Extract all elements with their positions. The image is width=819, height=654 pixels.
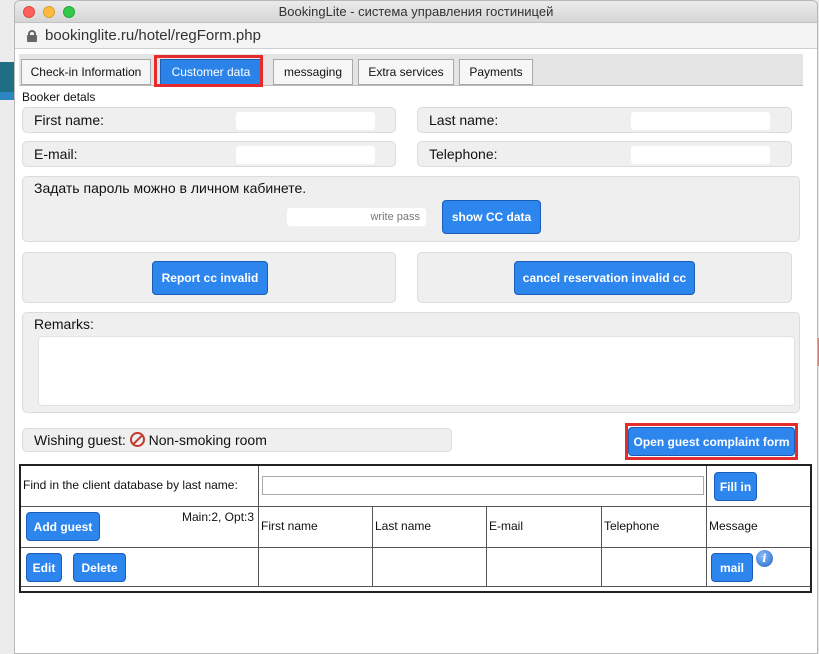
close-window-button[interactable] [23, 6, 35, 18]
telephone-row: Telephone: [417, 141, 792, 167]
booker-section-title: Booker detals [22, 90, 96, 104]
last-name-input[interactable] [630, 111, 771, 131]
column-header-first-name: First name [261, 519, 318, 533]
column-header-last-name: Last name [375, 519, 432, 533]
reg-form: Check-in Information Customer data messa… [15, 50, 817, 653]
grid-col-divider [486, 506, 487, 586]
tab-check-in-information[interactable]: Check-in Information [21, 59, 151, 85]
last-name-row: Last name: [417, 107, 792, 133]
tab-highlight-frame [154, 55, 263, 87]
report-cc-panel: Report cc invalid [22, 252, 396, 303]
wishing-guest-value: Non-smoking room [148, 432, 267, 448]
mail-button[interactable]: mail [711, 553, 753, 582]
last-name-label: Last name: [429, 112, 499, 128]
fill-in-button[interactable]: Fill in [714, 472, 757, 501]
password-note: Задать пароль можно в личном кабинете. [34, 180, 307, 196]
url-text[interactable]: bookinglite.ru/hotel/regForm.php [45, 27, 261, 44]
wishing-guest-row: Wishing guest: Non-smoking room [34, 432, 267, 448]
telephone-label: Telephone: [429, 146, 498, 162]
add-guest-button[interactable]: Add guest [26, 512, 100, 541]
telephone-input[interactable] [630, 145, 771, 165]
email-input[interactable] [235, 145, 376, 165]
grid-row-divider [21, 586, 810, 587]
no-smoking-icon [129, 432, 145, 447]
complaint-highlight-frame [625, 423, 798, 460]
find-client-label: Find in the client database by last name… [23, 478, 238, 492]
tab-messaging[interactable]: messaging [273, 59, 353, 85]
email-row: E-mail: [22, 141, 396, 167]
grid-row-divider [21, 506, 810, 507]
window-title: BookingLite - система управления гостини… [278, 4, 554, 19]
grid-col-divider [601, 506, 602, 586]
tab-payments[interactable]: Payments [459, 59, 533, 85]
grid-row-divider [21, 547, 810, 548]
tab-bar: Check-in Information Customer data messa… [19, 54, 803, 86]
wishing-guest-label: Wishing guest: [34, 432, 126, 448]
column-header-email: E-mail [489, 519, 524, 533]
minimize-window-button[interactable] [43, 6, 55, 18]
cancel-reservation-button[interactable]: cancel reservation invalid cc [514, 261, 695, 295]
password-panel: Задать пароль можно в личном кабинете. w… [22, 176, 800, 242]
remarks-panel: Remarks: [22, 312, 800, 413]
column-header-telephone: Telephone [604, 519, 660, 533]
zoom-window-button[interactable] [63, 6, 75, 18]
window-titlebar: BookingLite - система управления гостини… [15, 1, 817, 23]
remarks-textarea[interactable] [38, 336, 795, 406]
column-header-message: Message [709, 519, 758, 533]
report-cc-invalid-button[interactable]: Report cc invalid [152, 261, 268, 295]
cancel-reservation-panel: cancel reservation invalid cc [417, 252, 792, 303]
email-label: E-mail: [34, 146, 78, 162]
guest-counts: Main:2, Opt:3 [182, 510, 255, 524]
grid-col-divider [258, 466, 259, 586]
tab-extra-services[interactable]: Extra services [358, 59, 454, 85]
first-name-input[interactable] [235, 111, 376, 131]
grid-col-divider [372, 506, 373, 586]
wishing-guest-panel: Wishing guest: Non-smoking room [22, 428, 452, 452]
remarks-label: Remarks: [34, 316, 94, 332]
first-name-label: First name: [34, 112, 105, 128]
window-controls [23, 6, 75, 18]
delete-guest-button[interactable]: Delete [73, 553, 126, 582]
client-database-table: Find in the client database by last name… [19, 464, 812, 593]
info-icon[interactable]: i [756, 550, 773, 567]
lock-icon [27, 29, 37, 42]
edit-guest-button[interactable]: Edit [26, 553, 62, 582]
grid-col-divider [706, 466, 707, 586]
first-name-row: First name: [22, 107, 396, 133]
show-cc-data-button[interactable]: show CC data [442, 200, 541, 234]
client-search-input[interactable] [262, 476, 704, 495]
popup-window: BookingLite - система управления гостини… [14, 0, 818, 654]
password-input[interactable]: write pass [286, 207, 427, 227]
address-bar[interactable]: bookinglite.ru/hotel/regForm.php [15, 23, 817, 49]
